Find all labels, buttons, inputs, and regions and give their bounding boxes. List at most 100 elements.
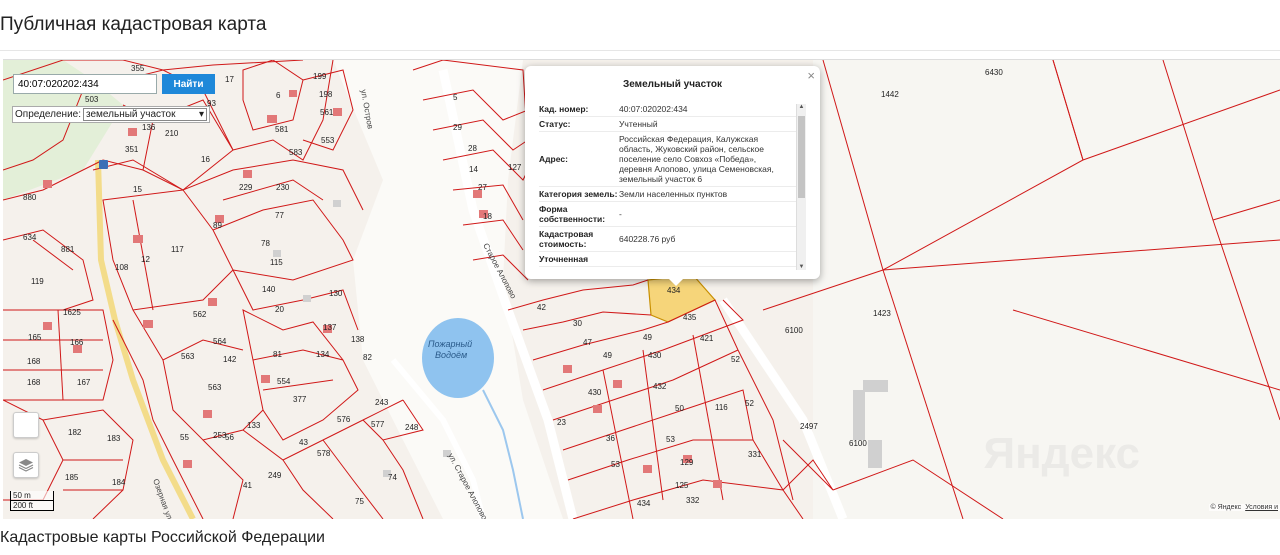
- parcel-label: 49: [643, 333, 652, 342]
- scroll-down-icon[interactable]: ▼: [797, 264, 806, 270]
- popup-pointer: [668, 278, 684, 286]
- parcel-label: 108: [115, 263, 129, 272]
- parcel-label: 430: [588, 388, 602, 397]
- scrollbar-thumb[interactable]: [798, 116, 805, 198]
- parcel-label: 53: [666, 435, 675, 444]
- parcel-label: 2497: [800, 422, 818, 431]
- parcel-label: 880: [23, 193, 37, 202]
- parcel-label: 116: [715, 403, 728, 412]
- parcel-label: 6: [276, 91, 281, 100]
- parcel-label: 421: [700, 334, 714, 343]
- parcel-label: 74: [388, 473, 397, 482]
- parcel-label: 28: [468, 144, 477, 153]
- row-key: Адрес:: [539, 154, 568, 164]
- parcel-label: 53: [611, 460, 620, 469]
- popup-row-status: Статус: Учтенный: [539, 117, 804, 132]
- parcel-label: 30: [573, 319, 582, 328]
- parcel-label: 553: [321, 136, 335, 145]
- bus-stop-icon: [99, 160, 108, 169]
- parcel-label: 248: [405, 423, 419, 432]
- parcel-label: 198: [319, 90, 333, 99]
- parcel-label: 41: [243, 481, 252, 490]
- cadastral-number-input[interactable]: [13, 74, 157, 94]
- parcel-label: 89: [213, 221, 222, 230]
- parcel-label: 562: [193, 310, 207, 319]
- row-value: -: [619, 209, 622, 219]
- popup-row-land-category: Категория земель: Земли населенных пункт…: [539, 187, 804, 202]
- parcel-label: 243: [375, 398, 389, 407]
- row-key: Уточненная: [539, 254, 589, 264]
- popup-body: Кад. номер: 40:07:020202:434 Статус: Учт…: [539, 102, 804, 268]
- row-value: Учтенный: [619, 119, 658, 129]
- parcel-label: 14: [469, 165, 478, 174]
- parcel-label: 56: [225, 433, 234, 442]
- parcel-label: 564: [213, 337, 227, 346]
- parcel-label: 77: [275, 211, 284, 220]
- popup-row-cadastral-value: Кадастровая стоимость: 640228.76 руб: [539, 227, 804, 252]
- close-icon[interactable]: ×: [807, 68, 815, 83]
- parcel-label: 23: [557, 418, 566, 427]
- parcel-label: 168: [27, 357, 41, 366]
- row-value: Российская Федерация, Калужская область,…: [619, 134, 774, 184]
- map-watermark: Яндекс: [983, 429, 1140, 478]
- parcel-label: 503: [85, 95, 99, 104]
- parcel-label: 435: [683, 313, 697, 322]
- scroll-up-icon[interactable]: ▲: [797, 104, 806, 110]
- parcel-label: 27: [478, 183, 487, 192]
- parcel-label: 182: [68, 428, 82, 437]
- parcel-label: 1625: [63, 308, 81, 317]
- find-button[interactable]: Найти: [162, 74, 215, 94]
- parcel-label: 138: [351, 335, 365, 344]
- popup-row-cadastral-number: Кад. номер: 40:07:020202:434: [539, 102, 804, 117]
- parcel-label: 49: [603, 351, 612, 360]
- scale-metric: 50 m: [10, 491, 54, 501]
- parcel-label: 75: [355, 497, 364, 506]
- parcel-label: 18: [483, 212, 492, 221]
- parcel-label: 12: [141, 255, 150, 264]
- row-key: Форма собственности:: [539, 204, 606, 224]
- parcel-label: 47: [583, 338, 592, 347]
- title-divider: [0, 50, 1280, 51]
- parcel-label: 1442: [881, 90, 899, 99]
- layers-button[interactable]: [13, 452, 39, 478]
- parcel-label: 82: [363, 353, 372, 362]
- terms-link[interactable]: Условия и: [1245, 504, 1278, 511]
- parcel-label: 1423: [873, 309, 891, 318]
- parcel-label: 634: [23, 233, 37, 242]
- parcel-label: 331: [748, 450, 762, 459]
- row-value: 40:07:020202:434: [619, 104, 688, 114]
- parcel-label: 183: [107, 434, 121, 443]
- section-title: Кадастровые карты Российской Федерации: [0, 529, 325, 546]
- parcel-label: 52: [731, 355, 740, 364]
- parcel-label: 16: [201, 155, 210, 164]
- parcel-label: 210: [165, 129, 179, 138]
- parcel-label: 142: [223, 355, 237, 364]
- parcel-label: 377: [293, 395, 307, 404]
- popup-scrollbar[interactable]: ▲ ▼: [796, 104, 806, 270]
- scale-imperial: 200 ft: [10, 501, 54, 511]
- layers-icon: [18, 459, 34, 472]
- parcel-label: 78: [261, 239, 270, 248]
- popup-row-address: Адрес: Российская Федерация, Калужская о…: [539, 132, 804, 187]
- search-bar: Найти: [13, 74, 215, 94]
- parcel-label: 36: [606, 434, 615, 443]
- parcel-label: 43: [299, 438, 308, 447]
- parcel-label: 351: [125, 145, 139, 154]
- copyright-text: © Яндекс: [1210, 504, 1242, 511]
- parcel-label: 137: [323, 323, 337, 332]
- parcel-label: 50: [675, 404, 684, 413]
- parcel-label: 577: [371, 420, 385, 429]
- parcel-label: 434: [667, 286, 681, 295]
- pond-label: Пожарный: [428, 339, 472, 349]
- parcel-label: 5: [453, 93, 458, 102]
- map-scale: 50 m 200 ft: [10, 491, 54, 511]
- parcel-label: 332: [686, 496, 700, 505]
- identify-mode: Определение: земельный участок ▾: [12, 106, 211, 123]
- identify-mode-select[interactable]: земельный участок ▾: [83, 108, 208, 121]
- parcel-label: 15: [133, 185, 142, 194]
- parcel-label: 42: [537, 303, 546, 312]
- map-control-button[interactable]: [13, 412, 39, 438]
- parcel-label: 432: [653, 382, 667, 391]
- row-key: Статус:: [539, 119, 571, 129]
- parcel-label: 117: [171, 245, 184, 254]
